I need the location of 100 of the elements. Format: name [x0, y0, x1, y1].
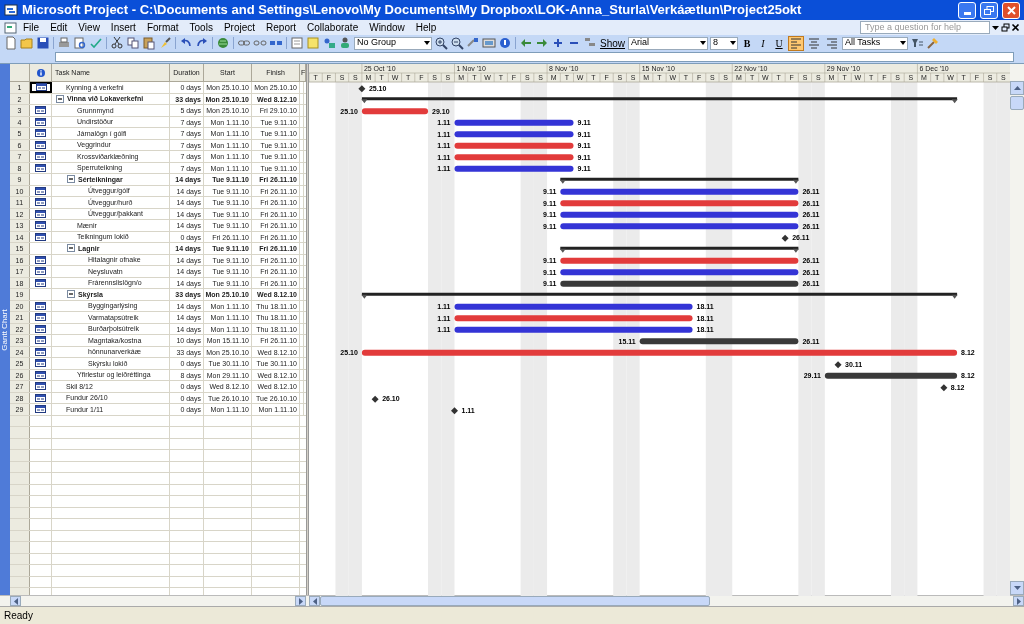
- task-bar[interactable]: [454, 119, 574, 126]
- dropdown-arrow-icon[interactable]: [423, 39, 431, 47]
- milestone-diamond[interactable]: [834, 361, 842, 369]
- help-search-field[interactable]: Type a question for help: [860, 21, 990, 34]
- align-right-button[interactable]: [824, 35, 840, 51]
- menu-item[interactable]: Report: [261, 21, 302, 34]
- horizontal-scrollbar[interactable]: [10, 596, 306, 606]
- italic-button[interactable]: I: [756, 35, 770, 51]
- copy-icon[interactable]: [126, 36, 140, 50]
- menu-item[interactable]: Collaborate: [302, 21, 364, 34]
- restore-icon[interactable]: [1001, 23, 1010, 32]
- task-bar[interactable]: [454, 303, 693, 310]
- help-icon[interactable]: [498, 36, 512, 50]
- close-button[interactable]: [1002, 1, 1020, 19]
- task-bar[interactable]: [824, 372, 958, 379]
- task-info-icon[interactable]: [290, 36, 304, 50]
- menu-item[interactable]: View: [73, 21, 105, 34]
- collapse-icon[interactable]: [67, 175, 75, 184]
- milestone-diamond[interactable]: [358, 85, 366, 93]
- milestone-diamond[interactable]: [371, 395, 379, 403]
- plus-icon[interactable]: [551, 36, 565, 50]
- menu-item[interactable]: File: [18, 21, 45, 34]
- indicator-cell[interactable]: [30, 82, 52, 93]
- group-dropdown[interactable]: No Group: [354, 36, 432, 50]
- menu-item[interactable]: Insert: [105, 21, 141, 34]
- globe-icon[interactable]: [216, 36, 230, 50]
- dropdown-arrow-icon[interactable]: [899, 39, 907, 47]
- vertical-scrollbar[interactable]: [1010, 64, 1024, 595]
- close-icon: [1006, 5, 1016, 15]
- horizontal-scrollbar[interactable]: [309, 596, 1024, 606]
- task-bar[interactable]: [454, 165, 574, 172]
- menu-item[interactable]: Project: [218, 21, 261, 34]
- indent-right-icon[interactable]: [535, 36, 549, 50]
- zoom-out-icon[interactable]: [450, 36, 464, 50]
- menu-item[interactable]: Edit: [45, 21, 73, 34]
- summary-bar[interactable]: [361, 292, 958, 299]
- task-bar[interactable]: [560, 188, 799, 195]
- restore-button[interactable]: [980, 1, 998, 19]
- print-icon[interactable]: [57, 36, 71, 50]
- cut-icon[interactable]: [110, 36, 124, 50]
- view-bar[interactable]: Gantt Chart: [0, 64, 10, 595]
- milestone-diamond[interactable]: [451, 407, 458, 415]
- summary-bar[interactable]: [559, 177, 799, 184]
- task-bar[interactable]: [639, 338, 799, 345]
- menu-item[interactable]: Tools: [184, 21, 218, 34]
- document-icon[interactable]: [4, 21, 17, 34]
- task-bar[interactable]: [560, 269, 799, 276]
- scroll-thumb[interactable]: [320, 596, 710, 606]
- menu-item[interactable]: Format: [141, 21, 184, 34]
- minimize-icon: [963, 11, 971, 15]
- dropdown-arrow-icon[interactable]: [729, 39, 737, 47]
- align-left-button[interactable]: [788, 35, 804, 51]
- collapse-icon[interactable]: [67, 290, 75, 299]
- dropdown-value: All Tasks: [845, 36, 881, 50]
- dropdown-arrow-icon[interactable]: [699, 39, 707, 47]
- gantt-wizard-icon[interactable]: [926, 36, 940, 50]
- menu-item[interactable]: Help: [410, 21, 442, 34]
- close-icon[interactable]: [1011, 23, 1020, 32]
- show-button[interactable]: Show: [599, 35, 626, 51]
- minimize-button[interactable]: [958, 1, 976, 19]
- card-icon: [35, 209, 46, 218]
- task-bar[interactable]: [454, 326, 693, 333]
- font-size-dropdown[interactable]: 8: [710, 36, 738, 50]
- summary-bar[interactable]: [361, 97, 958, 104]
- filter-dropdown[interactable]: All Tasks: [842, 36, 908, 50]
- summary-bar[interactable]: [559, 246, 799, 253]
- card-icon: [35, 359, 46, 368]
- align-icon: [807, 36, 821, 50]
- save-icon[interactable]: [36, 36, 50, 50]
- card-icon: [35, 129, 46, 138]
- milestone-diamond[interactable]: [781, 234, 789, 242]
- print-preview-icon[interactable]: [73, 36, 87, 50]
- milestone-diamond[interactable]: [940, 384, 948, 392]
- card-icon: [35, 117, 46, 126]
- task-bar[interactable]: [560, 211, 799, 218]
- scroll-up-button[interactable]: [1010, 81, 1024, 95]
- card-icon: [35, 336, 46, 345]
- task-bar[interactable]: [361, 108, 429, 115]
- assign-icon[interactable]: [322, 36, 336, 50]
- resource-icon[interactable]: [338, 36, 352, 50]
- task-bar[interactable]: [454, 131, 574, 138]
- menu-item[interactable]: Window: [364, 21, 410, 34]
- brush-icon[interactable]: [158, 36, 172, 50]
- collapse-icon[interactable]: [56, 94, 64, 103]
- font-dropdown[interactable]: Arial: [628, 36, 708, 50]
- scroll-right-button[interactable]: [1013, 596, 1024, 606]
- autofilter-icon[interactable]: [910, 36, 924, 50]
- underline-button[interactable]: U: [772, 35, 786, 51]
- collapse-icon[interactable]: [67, 244, 75, 253]
- task-bar[interactable]: [560, 280, 799, 287]
- bold-button[interactable]: B: [740, 35, 754, 51]
- dropdown-arrow-icon[interactable]: [991, 23, 1000, 32]
- paste-icon[interactable]: [142, 36, 156, 50]
- entry-field[interactable]: [55, 52, 1014, 62]
- zoom-in-icon[interactable]: [434, 36, 448, 50]
- align-center-button[interactable]: [806, 35, 822, 51]
- scroll-thumb[interactable]: [1010, 96, 1024, 110]
- task-bar[interactable]: [560, 223, 799, 230]
- down-arrow-icon: [1013, 586, 1021, 590]
- scroll-down-button[interactable]: [1010, 581, 1024, 595]
